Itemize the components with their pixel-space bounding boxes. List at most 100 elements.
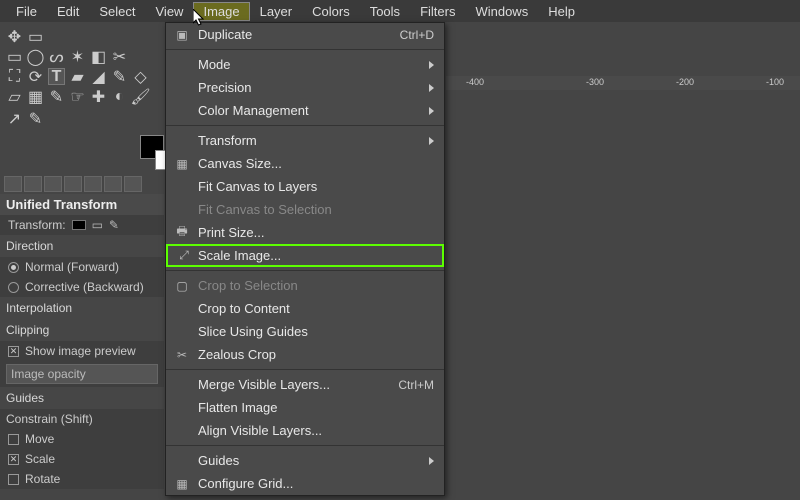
menu-help[interactable]: Help <box>538 2 585 21</box>
option-label: Normal (Forward) <box>25 260 119 274</box>
dock-tab[interactable] <box>124 176 142 192</box>
dock-tabs <box>4 176 142 192</box>
select-by-color-tool-icon[interactable]: ◧ <box>90 48 107 65</box>
interpolation-heading[interactable]: Interpolation <box>0 297 164 319</box>
menu-layer[interactable]: Layer <box>250 2 303 21</box>
selection-target-icon[interactable]: ▭ <box>92 218 103 232</box>
menu-image[interactable]: Image <box>193 2 249 21</box>
menu-windows[interactable]: Windows <box>465 2 538 21</box>
eraser-tool-icon[interactable]: ▱ <box>6 88 23 105</box>
menu-item-label: Fit Canvas to Selection <box>198 202 332 217</box>
menu-item-crop-to-content[interactable]: Crop to Content <box>166 297 444 320</box>
cage-tool-icon[interactable]: ◇ <box>132 68 149 85</box>
horizontal-ruler: -400 -300 -200 -100 <box>446 76 800 90</box>
color-picker-tool-icon[interactable]: ✎ <box>27 110 44 127</box>
menu-item-slice-guides[interactable]: Slice Using Guides <box>166 320 444 343</box>
menu-item-configure-grid[interactable]: ▦Configure Grid... <box>166 472 444 495</box>
canvas-area[interactable] <box>446 90 800 500</box>
ruler-tick-label: -100 <box>766 77 784 87</box>
crop-tool-icon[interactable]: ⛶ <box>6 68 23 85</box>
constrain-option[interactable]: Move <box>0 429 164 449</box>
menu-item-label: Slice Using Guides <box>198 324 308 339</box>
menu-item-guides[interactable]: Guides <box>166 449 444 472</box>
menu-item-transform[interactable]: Transform <box>166 129 444 152</box>
menu-tools[interactable]: Tools <box>360 2 410 21</box>
menu-view[interactable]: View <box>146 2 194 21</box>
menu-select[interactable]: Select <box>89 2 145 21</box>
menu-separator <box>166 445 444 446</box>
clone-tool-icon[interactable]: ▦ <box>27 88 44 105</box>
dock-tab[interactable] <box>24 176 42 192</box>
menu-item-merge-visible[interactable]: Merge Visible Layers... Ctrl+M <box>166 373 444 396</box>
show-preview-option[interactable]: Show image preview <box>0 341 164 361</box>
menu-item-flatten[interactable]: Flatten Image <box>166 396 444 419</box>
accelerator: Ctrl+D <box>400 28 434 42</box>
print-icon: 🖶 <box>174 222 190 243</box>
brush-tool-icon[interactable]: ✎ <box>48 88 65 105</box>
menu-separator <box>166 125 444 126</box>
dock-tab[interactable] <box>64 176 82 192</box>
lasso-tool-icon[interactable]: ᔕ <box>48 48 65 65</box>
toolbox-row: ✥ ▭ <box>6 28 44 45</box>
menu-item-label: Mode <box>198 57 231 72</box>
direction-option[interactable]: Normal (Forward) <box>0 257 164 277</box>
ellipse-select-tool-icon[interactable]: ◯ <box>27 48 44 65</box>
dodge-tool-icon[interactable]: ◐ <box>111 88 128 105</box>
toolbox-row: ↗ ✎ <box>6 110 44 127</box>
direction-option[interactable]: Corrective (Backward) <box>0 277 164 297</box>
duplicate-icon: ▣ <box>174 28 190 42</box>
menu-item-precision[interactable]: Precision <box>166 76 444 99</box>
transform-label: Transform: <box>8 218 66 232</box>
smudge-tool-icon[interactable]: ☞ <box>69 88 86 105</box>
menu-item-label: Flatten Image <box>198 400 278 415</box>
menu-item-zealous-crop[interactable]: ✂Zealous Crop <box>166 343 444 366</box>
menu-filters[interactable]: Filters <box>410 2 465 21</box>
menu-item-print-size[interactable]: 🖶 Print Size... <box>166 221 444 244</box>
menu-item-duplicate[interactable]: ▣DuplicateCtrl+D <box>166 23 444 46</box>
rect-select-tool-icon[interactable]: ▭ <box>6 48 23 65</box>
image-menu-dropdown: ▣DuplicateCtrl+D Mode Precision Color Ma… <box>165 22 445 496</box>
path-tool-icon[interactable]: ↗ <box>6 110 23 127</box>
accelerator: Ctrl+M <box>398 378 434 392</box>
crop-icon: ✂ <box>174 348 190 362</box>
menu-item-scale-image[interactable]: ⤢Scale Image... <box>166 244 444 267</box>
canvas-icon: ▦ <box>174 157 190 171</box>
menu-item-fit-canvas-layers[interactable]: Fit Canvas to Layers <box>166 175 444 198</box>
text-tool-icon[interactable]: T <box>48 68 65 85</box>
scissors-tool-icon[interactable]: ✂ <box>111 48 128 65</box>
menu-item-mode[interactable]: Mode <box>166 53 444 76</box>
dock-tab[interactable] <box>104 176 122 192</box>
menu-file[interactable]: File <box>6 2 47 21</box>
move-tool-icon[interactable]: ✥ <box>6 28 23 45</box>
toolbox-row: ▱ ▦ ✎ ☞ ✚ ◐ 🖌 <box>6 88 149 105</box>
menu-item-label: Align Visible Layers... <box>198 423 322 438</box>
menu-edit[interactable]: Edit <box>47 2 89 21</box>
menu-colors[interactable]: Colors <box>302 2 360 21</box>
radio-icon <box>8 282 19 293</box>
constrain-option[interactable]: Rotate <box>0 469 164 489</box>
clipping-heading[interactable]: Clipping <box>0 319 164 341</box>
heal-tool-icon[interactable]: ✚ <box>90 88 107 105</box>
image-opacity-field[interactable]: Image opacity <box>6 364 158 384</box>
menu-item-canvas-size[interactable]: ▦Canvas Size... <box>166 152 444 175</box>
align-tool-icon[interactable]: ▭ <box>27 28 44 45</box>
paintbrush-icon[interactable]: 🖌 <box>132 88 149 105</box>
guides-heading[interactable]: Guides <box>0 387 164 409</box>
dock-tab[interactable] <box>84 176 102 192</box>
menu-item-align-visible[interactable]: Align Visible Layers... <box>166 419 444 442</box>
menu-item-color-management[interactable]: Color Management <box>166 99 444 122</box>
gradient-tool-icon[interactable]: ◢ <box>90 68 107 85</box>
rotate-tool-icon[interactable]: ⟳ <box>27 68 44 85</box>
tool-options-panel: Unified Transform Transform: ▭ ✎ Directi… <box>0 194 164 489</box>
menu-item-label: Guides <box>198 453 239 468</box>
bucket-tool-icon[interactable]: ▰ <box>69 68 86 85</box>
constrain-option[interactable]: Scale <box>0 449 164 469</box>
fuzzy-select-tool-icon[interactable]: ✶ <box>69 48 86 65</box>
dock-tab[interactable] <box>4 176 22 192</box>
dock-tab[interactable] <box>44 176 62 192</box>
pencil-tool-icon[interactable]: ✎ <box>111 68 128 85</box>
layer-target-icon[interactable] <box>72 220 86 230</box>
menu-item-label: Merge Visible Layers... <box>198 377 330 392</box>
path-target-icon[interactable]: ✎ <box>109 218 119 232</box>
menu-item-label: Print Size... <box>198 225 264 240</box>
